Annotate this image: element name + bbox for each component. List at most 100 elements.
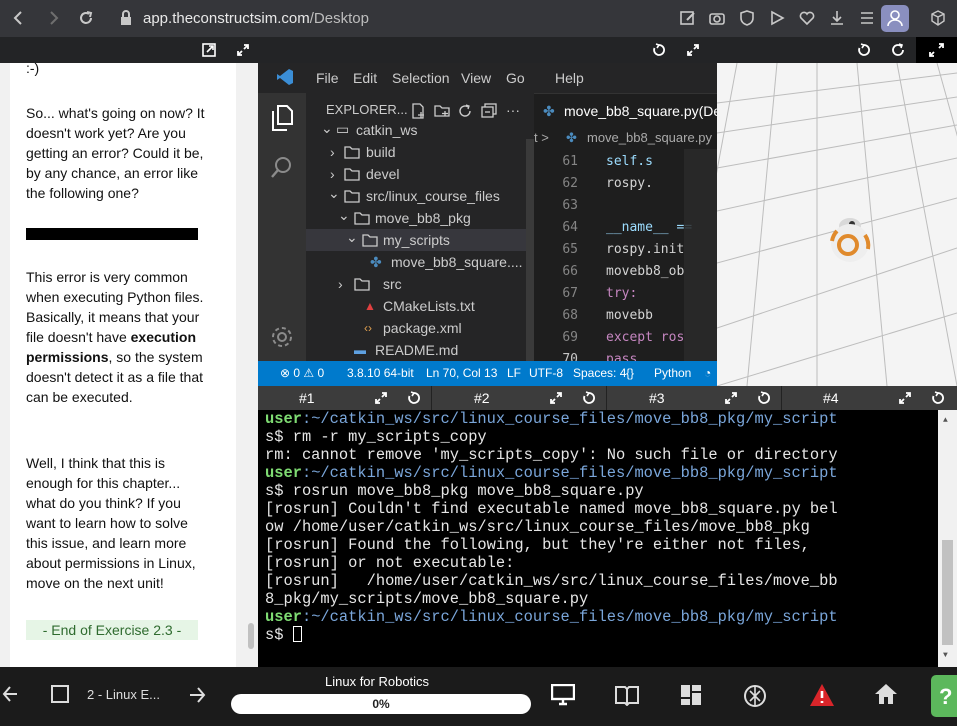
reset-icon[interactable] (931, 391, 945, 405)
heart-icon[interactable] (798, 9, 816, 27)
tree-item[interactable]: › devel (306, 163, 534, 185)
tree-item-selected[interactable]: ⌄ my_scripts (306, 229, 534, 251)
expand-icon[interactable] (724, 391, 738, 405)
settings-gear-icon[interactable] (270, 325, 294, 349)
profile-avatar[interactable] (881, 5, 909, 32)
back-icon[interactable] (10, 9, 28, 27)
layout-grid-icon[interactable] (680, 684, 702, 706)
end-of-line[interactable]: LF (507, 366, 521, 380)
terminal-tab-4[interactable]: #4 (782, 386, 956, 410)
notifications-bell-icon[interactable]: ◔ (704, 366, 711, 380)
refresh-icon[interactable] (891, 43, 905, 57)
play-icon[interactable] (768, 9, 786, 27)
notes-scrollbar-thumb[interactable] (248, 623, 254, 649)
minimap[interactable] (684, 149, 717, 361)
new-file-icon[interactable] (410, 103, 426, 119)
download-icon[interactable] (828, 9, 846, 27)
expand-icon[interactable] (549, 391, 563, 405)
menu-file[interactable]: File (316, 70, 339, 86)
folder-open-icon (344, 189, 360, 203)
tree-item[interactable]: ▲ CMakeLists.txt (306, 295, 534, 317)
curly-brace-icon: {} (626, 366, 635, 380)
edit-icon[interactable] (679, 9, 697, 27)
open-external-icon[interactable] (202, 43, 216, 57)
explorer-scrollbar[interactable] (526, 139, 534, 361)
scroll-down-icon[interactable]: ▼ (943, 651, 948, 660)
tree-item[interactable]: ‹› package.xml (306, 317, 534, 339)
shield-icon[interactable] (738, 9, 756, 27)
xml-file-icon: ‹› (364, 321, 372, 335)
terminal-tab-3[interactable]: #3 (608, 386, 782, 410)
expand-icon[interactable] (686, 43, 700, 57)
square-icon[interactable] (51, 685, 69, 703)
reset-icon[interactable] (757, 391, 771, 405)
lock-icon[interactable] (117, 9, 135, 27)
reset-icon[interactable] (582, 391, 596, 405)
cursor-position[interactable]: Ln 70, Col 13 (426, 366, 497, 380)
search-icon[interactable] (270, 155, 294, 179)
prompt-path: :~/catkin_ws/src/linux_course_files/move… (301, 464, 838, 482)
tree-item[interactable]: › src (306, 273, 534, 295)
menu-selection[interactable]: Selection (392, 70, 450, 86)
reset-icon[interactable] (857, 43, 871, 57)
notes-scrollbar[interactable] (244, 63, 258, 667)
problems-indicator[interactable]: ⊗ 0 ⚠ 0 (280, 366, 324, 380)
python-file-icon: ✤ (566, 130, 577, 145)
language-mode[interactable]: Python (654, 366, 691, 380)
line-number: 67 (562, 286, 578, 301)
extension-cube-icon[interactable] (929, 9, 947, 27)
gazebo-3d-view[interactable] (717, 63, 957, 386)
terminal-tab-1[interactable]: #1 (258, 386, 432, 410)
refresh-explorer-icon[interactable] (457, 103, 473, 119)
scroll-up-icon[interactable]: ▲ (943, 416, 948, 425)
terminal-tab-2[interactable]: #2 (433, 386, 607, 410)
expand-icon[interactable] (898, 391, 912, 405)
python-interpreter[interactable]: 3.8.10 64-bit (347, 366, 414, 380)
ai-assistant-icon[interactable] (742, 683, 768, 709)
desktop-monitor-icon[interactable] (551, 684, 575, 706)
open-book-icon[interactable] (615, 684, 639, 706)
terminal-scrollbar-thumb[interactable] (942, 540, 953, 645)
tree-item[interactable]: ⌄ move_bb8_pkg (306, 207, 534, 229)
tree-item[interactable]: ⌄ ▭ catkin_ws (306, 123, 534, 139)
tree-item[interactable]: › build (306, 141, 534, 163)
help-question-button[interactable]: ? (931, 675, 957, 717)
menu-edit[interactable]: Edit (353, 70, 377, 86)
reset-icon[interactable] (652, 43, 666, 57)
url-domain: app.theconstructsim.com (143, 10, 310, 27)
terminal-scrollbar[interactable]: ▲ ▼ (938, 410, 957, 667)
expand-icon[interactable] (236, 43, 250, 57)
editor-tab[interactable]: ✤ move_bb8_square.py(Dele (534, 93, 732, 127)
menu-go[interactable]: Go (506, 70, 525, 86)
collapse-all-icon[interactable] (481, 103, 497, 119)
home-icon[interactable] (874, 683, 898, 705)
tree-item[interactable]: ▬ README.md (306, 339, 534, 361)
arrow-right-icon[interactable] (189, 685, 207, 705)
terminal[interactable]: user:~/catkin_ws/src/linux_course_files/… (258, 410, 957, 667)
menu-view[interactable]: View (461, 70, 491, 86)
terminal-line: 8_pkg/my_scripts/move_bb8_square.py (265, 590, 589, 608)
forward-icon[interactable] (44, 9, 62, 27)
indentation[interactable]: Spaces: 4 (573, 366, 626, 380)
unit-title[interactable]: 2 - Linux E... (87, 687, 160, 702)
address-bar[interactable]: app.theconstructsim.com/Desktop (143, 10, 369, 27)
vscode-menubar: File Edit Selection View Go Help (258, 63, 717, 93)
expand-icon[interactable] (374, 391, 388, 405)
menu-help[interactable]: Help (555, 70, 584, 86)
terminal-line: [rosrun] or not executable: (265, 554, 515, 572)
terminal-line: rm: cannot remove 'my_scripts_copy': No … (265, 446, 838, 464)
fullscreen-button[interactable] (916, 37, 957, 63)
tree-item[interactable]: ✤ move_bb8_square.... (306, 251, 534, 273)
bb8-robot[interactable] (827, 213, 873, 263)
reset-icon[interactable] (407, 391, 421, 405)
reload-icon[interactable] (77, 9, 95, 27)
file-encoding[interactable]: UTF-8 (529, 366, 563, 380)
new-folder-icon[interactable] (434, 103, 450, 119)
explorer-files-icon[interactable] (270, 105, 294, 131)
menu-list-icon[interactable] (858, 9, 876, 27)
camera-icon[interactable] (708, 9, 726, 27)
code-editor[interactable]: ✤ move_bb8_square.py(Dele t > ✤ move_bb8… (534, 93, 732, 361)
arrow-left-icon[interactable] (2, 684, 18, 704)
more-actions-icon[interactable]: ··· (506, 99, 520, 121)
warning-icon[interactable] (809, 683, 835, 707)
